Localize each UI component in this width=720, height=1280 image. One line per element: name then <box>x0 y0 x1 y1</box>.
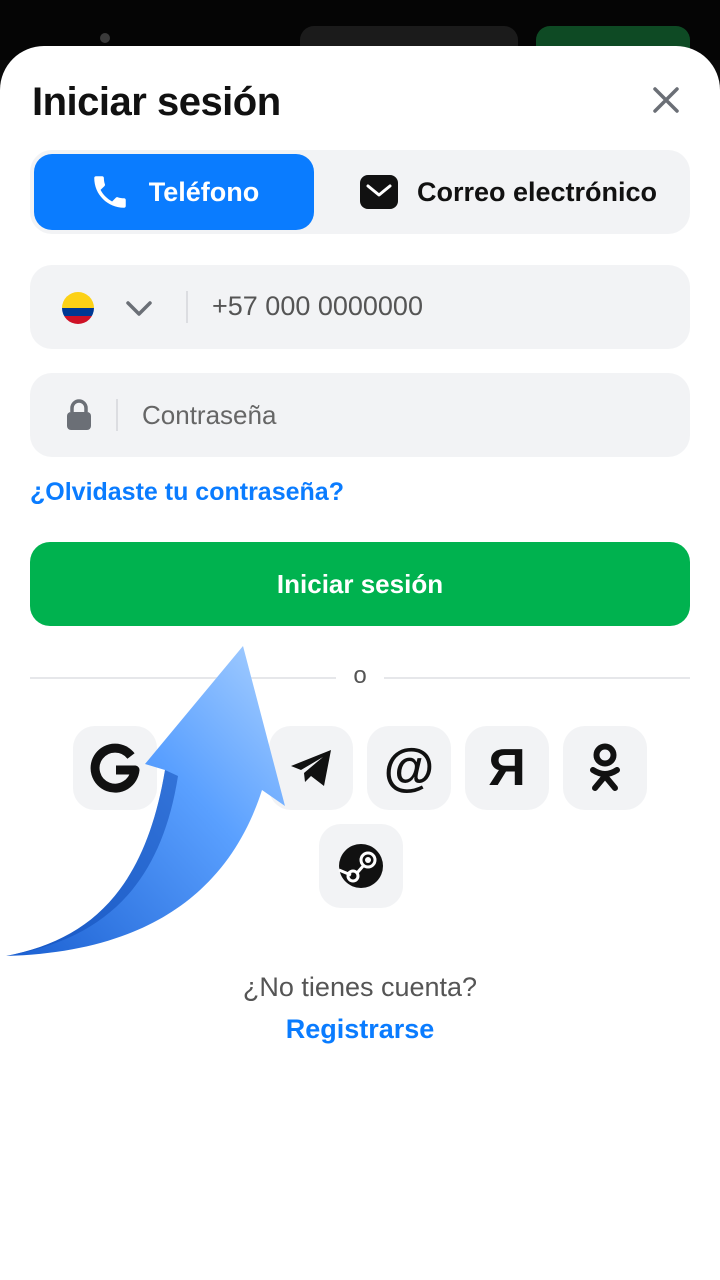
yandex-icon: Я <box>488 739 526 797</box>
tab-phone[interactable]: Teléfono <box>34 154 314 230</box>
login-method-tabs: Teléfono Correo electrónico <box>30 150 690 234</box>
odnoklassniki-login-button[interactable] <box>563 726 647 810</box>
colombia-flag-icon <box>62 292 94 324</box>
yandex-login-button[interactable]: Я <box>465 726 549 810</box>
steam-icon <box>338 844 383 888</box>
phone-icon <box>94 176 126 208</box>
tab-email[interactable]: Correo electrónico <box>330 154 686 230</box>
forgot-password-link[interactable]: ¿Olvidaste tu contraseña? <box>30 478 344 507</box>
pointer-arrow-icon <box>6 646 285 956</box>
password-field[interactable]: Contraseña <box>30 373 690 457</box>
mail-login-button[interactable]: @ <box>367 726 451 810</box>
divider-line-right <box>384 677 690 679</box>
steam-login-button[interactable] <box>319 824 403 908</box>
register-link[interactable]: Registrarse <box>0 1014 720 1045</box>
phone-field[interactable]: +57 000 0000000 <box>30 265 690 349</box>
mail-at-icon: @ <box>383 739 435 797</box>
tab-email-label: Correo electrónico <box>416 176 658 207</box>
chevron-down-icon[interactable] <box>124 293 154 323</box>
odnoklassniki-icon <box>590 743 620 791</box>
no-account-text: ¿No tienes cuenta? <box>242 972 478 1002</box>
envelope-icon <box>359 175 398 209</box>
tab-phone-label: Teléfono <box>148 176 260 207</box>
password-input[interactable]: Contraseña <box>142 400 276 431</box>
lock-icon <box>67 399 91 430</box>
field-divider <box>186 291 188 323</box>
phone-input[interactable]: +57 000 0000000 <box>212 291 423 322</box>
login-button[interactable]: Iniciar sesión <box>30 542 690 626</box>
divider-or: o <box>353 662 367 689</box>
page-title: Iniciar sesión <box>32 80 281 124</box>
field-divider <box>116 399 118 431</box>
status-dot <box>100 33 110 43</box>
close-icon[interactable] <box>646 80 686 120</box>
